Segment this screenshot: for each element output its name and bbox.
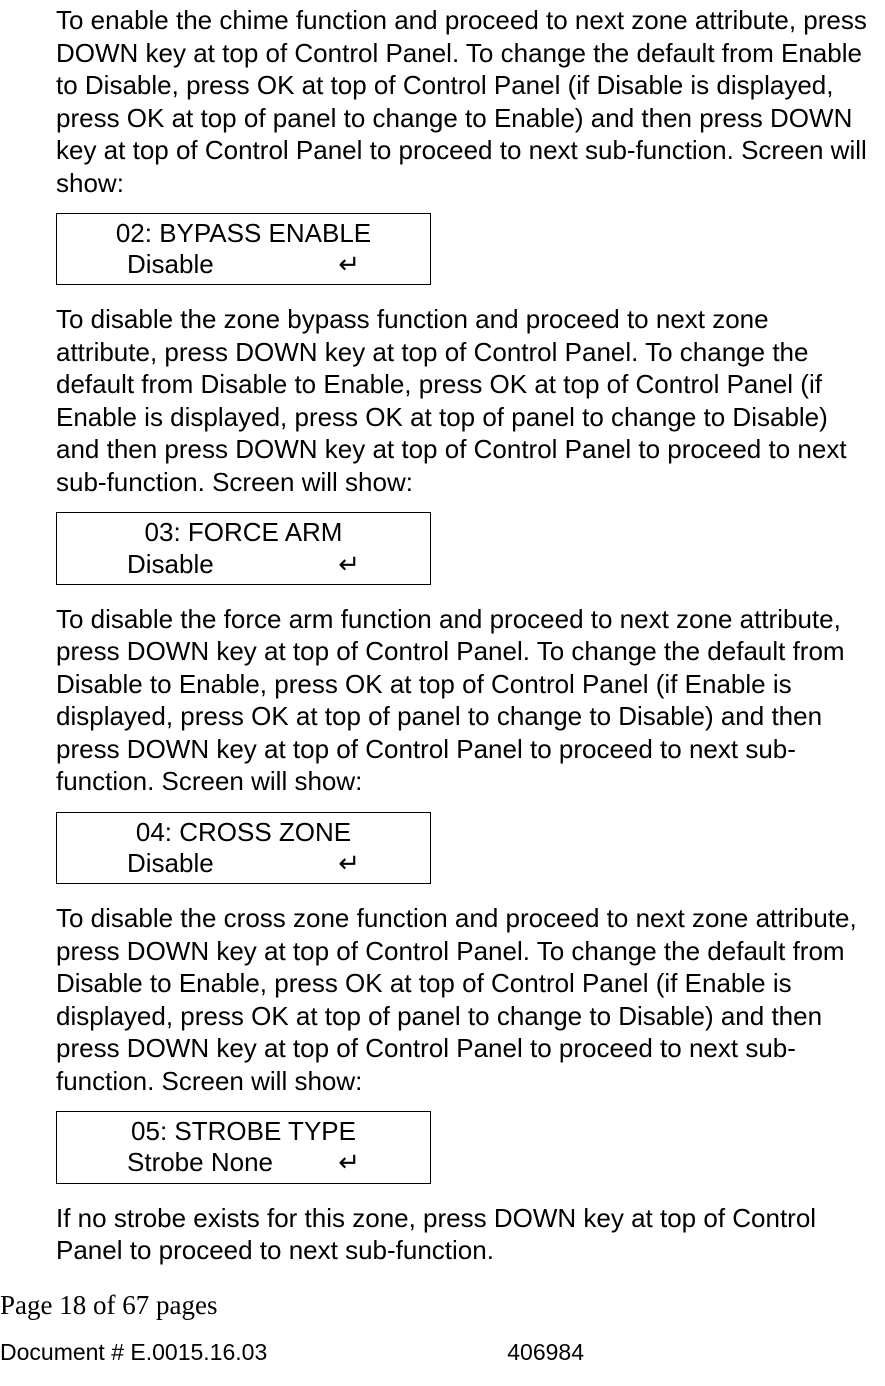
document-number: Document # E.0015.16.03 <box>0 1339 267 1366</box>
paragraph-chime: To enable the chime function and proceed… <box>56 4 875 199</box>
lcd-screen-bypass: 02: BYPASS ENABLE Disable ↵ <box>56 213 431 285</box>
lcd-value: Disable <box>127 249 214 280</box>
return-icon: ↵ <box>338 1147 360 1178</box>
page-number: Page 18 of 67 pages <box>0 1290 885 1321</box>
page-footer: Page 18 of 67 pages Document # E.0015.16… <box>0 1290 885 1366</box>
lcd-status-row: Disable ↵ <box>67 848 420 879</box>
document-id: 406984 <box>507 1339 584 1366</box>
lcd-title: 03: FORCE ARM <box>67 517 420 548</box>
lcd-title: 02: BYPASS ENABLE <box>67 218 420 249</box>
lcd-status-row: Disable ↵ <box>67 249 420 280</box>
paragraph-strobe: If no strobe exists for this zone, press… <box>56 1202 875 1267</box>
page-body: To enable the chime function and proceed… <box>0 0 885 1267</box>
lcd-title: 04: CROSS ZONE <box>67 817 420 848</box>
paragraph-bypass: To disable the zone bypass function and … <box>56 303 875 498</box>
return-icon: ↵ <box>338 549 360 580</box>
lcd-screen-strobe: 05: STROBE TYPE Strobe None ↵ <box>56 1111 431 1183</box>
lcd-status-row: Strobe None ↵ <box>67 1147 420 1178</box>
paragraph-force-arm: To disable the force arm function and pr… <box>56 603 875 798</box>
paragraph-cross-zone: To disable the cross zone function and p… <box>56 902 875 1097</box>
lcd-screen-cross-zone: 04: CROSS ZONE Disable ↵ <box>56 812 431 884</box>
lcd-value: Disable <box>127 549 214 580</box>
document-info: Document # E.0015.16.03 406984 <box>0 1339 885 1366</box>
lcd-screen-force-arm: 03: FORCE ARM Disable ↵ <box>56 512 431 584</box>
return-icon: ↵ <box>338 249 360 280</box>
lcd-value: Disable <box>127 848 214 879</box>
lcd-status-row: Disable ↵ <box>67 549 420 580</box>
lcd-value: Strobe None <box>127 1147 273 1178</box>
lcd-title: 05: STROBE TYPE <box>67 1116 420 1147</box>
return-icon: ↵ <box>338 848 360 879</box>
